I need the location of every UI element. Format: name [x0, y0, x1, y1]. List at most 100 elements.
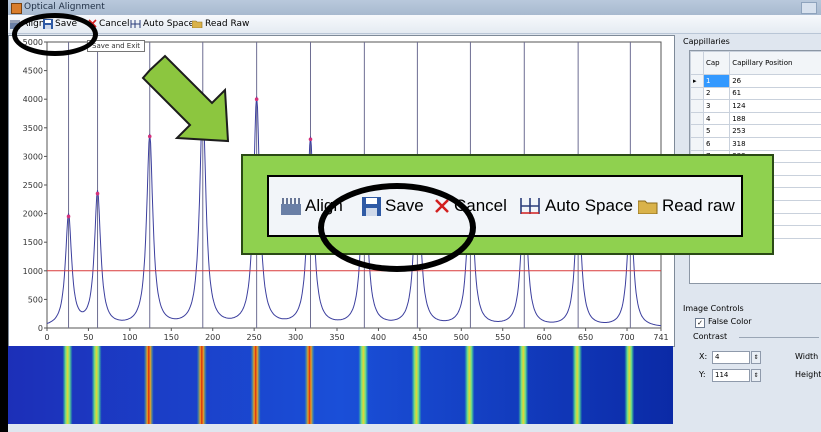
save-tooltip: Save and Exit: [87, 40, 146, 52]
x-tick-label: 500: [454, 333, 469, 342]
cap-cell[interactable]: 3: [702, 99, 731, 113]
y-tick-label: 1000: [23, 267, 43, 276]
position-cell[interactable]: 26: [729, 74, 821, 88]
false-color-checkbox[interactable]: ✓: [695, 318, 705, 328]
align-icon: [281, 198, 301, 215]
zoomed-auto-space: Auto Space: [519, 193, 633, 219]
x-tick-label: 741: [653, 333, 668, 342]
peak-point: [66, 214, 71, 219]
auto-space-button[interactable]: Auto Space: [130, 17, 194, 30]
table-row[interactable]: 3 124: [690, 99, 821, 113]
capillary-image: [8, 346, 673, 424]
zoomed-read-raw-label: Read raw: [662, 196, 735, 215]
row-header[interactable]: [690, 136, 704, 151]
table-row[interactable]: 4 188: [690, 111, 821, 126]
x-tick-label: 0: [44, 333, 49, 342]
cap-cell[interactable]: 2: [702, 86, 731, 101]
capillaries-group-label: Cappillaries: [683, 37, 730, 46]
y-tick-label: 0: [38, 324, 43, 333]
cap-cell[interactable]: 6: [702, 136, 731, 151]
capillary-lane: [572, 346, 583, 424]
y-input[interactable]: 114: [712, 369, 750, 382]
column-header-position[interactable]: Capillary Position: [729, 51, 821, 75]
cap-cell[interactable]: 4: [702, 111, 731, 126]
capillary-lane: [62, 346, 73, 424]
position-cell[interactable]: 253: [729, 124, 821, 138]
toolbar: Align Save Cancel Auto Space Read Raw: [8, 15, 821, 34]
x-tick-label: 650: [578, 333, 593, 342]
x-tick-label: 150: [164, 333, 179, 342]
image-controls-label: Image Controls: [683, 304, 744, 313]
capillary-lane: [250, 346, 261, 424]
false-color-label: False Color: [708, 317, 752, 326]
capillary-lane: [196, 346, 207, 424]
row-header[interactable]: ▸: [690, 74, 704, 88]
y-tick-label: 3000: [23, 152, 43, 161]
row-header[interactable]: [690, 99, 704, 113]
auto-space-label: Auto Space: [143, 18, 195, 29]
x-tick-label: 400: [371, 333, 386, 342]
row-header[interactable]: [690, 86, 704, 101]
contrast-label: Contrast: [693, 332, 728, 341]
y-spin-button[interactable]: ⇕: [751, 369, 761, 382]
column-header-cap[interactable]: Cap: [702, 51, 731, 75]
x-tick-label: 100: [122, 333, 137, 342]
x-tick-label: 200: [205, 333, 220, 342]
x-tick-label: 350: [329, 333, 344, 342]
position-cell[interactable]: 61: [729, 86, 821, 101]
peak-point: [95, 191, 100, 196]
x-tick-label: 50: [83, 333, 93, 342]
cap-cell[interactable]: 1: [702, 74, 731, 88]
contrast-slider[interactable]: [739, 337, 819, 338]
x-tick-label: 550: [495, 333, 510, 342]
capillary-lane: [518, 346, 529, 424]
table-row[interactable]: ▸ 1 26: [690, 74, 821, 88]
x-input[interactable]: 4: [712, 351, 750, 364]
annotation-circle-toolbar: [12, 13, 98, 56]
capillary-lane: [624, 346, 635, 424]
cap-cell[interactable]: 5: [702, 124, 731, 138]
capillary-lane: [91, 346, 102, 424]
y-tick-label: 3500: [23, 124, 43, 133]
y-tick-label: 4000: [23, 95, 43, 104]
row-header[interactable]: [690, 111, 704, 126]
title-bar: Optical Alignment: [8, 0, 821, 15]
peak-point: [147, 134, 152, 139]
capillary-lane: [304, 346, 315, 424]
folder-icon: [638, 200, 658, 214]
table-row[interactable]: 6 318: [690, 136, 821, 151]
capillary-lane: [411, 346, 422, 424]
zoomed-auto-space-label: Auto Space: [545, 196, 633, 215]
position-cell[interactable]: 188: [729, 111, 821, 126]
x-tick-label: 250: [247, 333, 262, 342]
peak-point: [254, 97, 259, 101]
window-title: Optical Alignment: [24, 2, 105, 12]
capillary-lane: [358, 346, 369, 424]
x-tick-label: 450: [412, 333, 427, 342]
folder-icon: [192, 20, 203, 28]
capillary-lane: [464, 346, 475, 424]
read-raw-label: Read Raw: [205, 18, 250, 29]
height-label: Height: [795, 370, 821, 379]
cancel-label: Cancel: [99, 18, 130, 29]
row-header-corner: [690, 51, 704, 75]
x-tick-label: 700: [619, 333, 634, 342]
table-row[interactable]: 2 61: [690, 86, 821, 101]
position-cell[interactable]: 124: [729, 99, 821, 113]
peak-point: [308, 137, 313, 142]
tooltip-text: Save and Exit: [92, 42, 141, 50]
read-raw-button[interactable]: Read Raw: [192, 17, 249, 30]
table-row[interactable]: 5 253: [690, 124, 821, 138]
app-icon: [11, 3, 22, 14]
width-label: Width: [795, 352, 819, 361]
x-label: X:: [699, 352, 708, 361]
x-tick-label: 600: [537, 333, 552, 342]
position-cell[interactable]: 318: [729, 136, 821, 151]
y-tick-label: 2500: [23, 181, 43, 190]
row-header[interactable]: [690, 124, 704, 138]
window-control-button[interactable]: [801, 2, 817, 14]
y-tick-label: 2000: [23, 210, 43, 219]
peak-point: [200, 103, 205, 107]
auto-space-icon: [520, 198, 540, 214]
x-spin-button[interactable]: ⇕: [751, 351, 761, 364]
